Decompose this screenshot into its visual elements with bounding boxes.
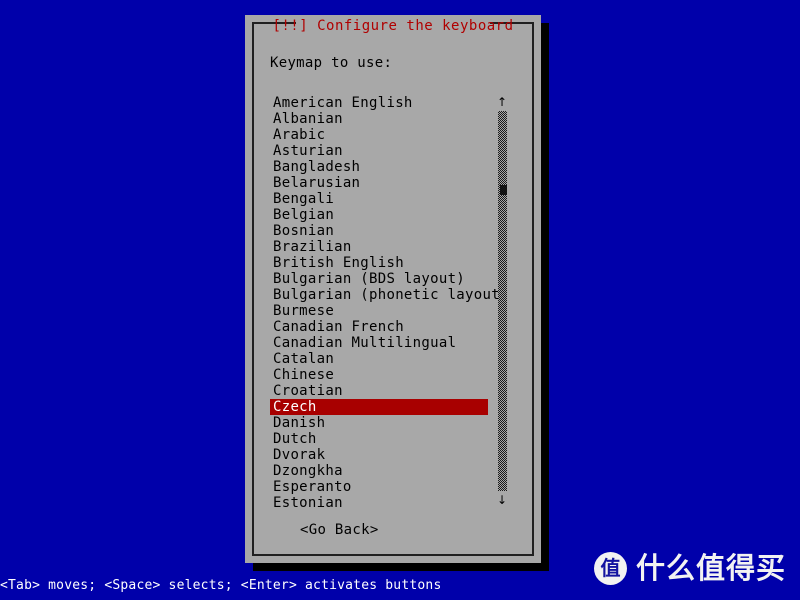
keymap-list-item[interactable]: Arabic [270, 127, 490, 143]
keymap-list-item[interactable]: Croatian [270, 383, 490, 399]
watermark-label: 什么值得买 [635, 550, 786, 585]
keymap-list-item[interactable]: Dvorak [270, 447, 490, 463]
dialog-border-top-right [490, 22, 534, 24]
keymap-list-area: American English Albanian Arabic Asturian Ba… [256, 95, 530, 511]
keymap-list-item[interactable]: Bosnian [270, 223, 490, 239]
watermark-badge-icon: 值 [593, 551, 627, 585]
watermark: 值 什么值得买 [593, 548, 786, 588]
keymap-list-item[interactable]: Chinese [270, 367, 490, 383]
scrollbar-thumb[interactable] [500, 185, 507, 195]
keymap-prompt-label: Keymap to use: [270, 55, 393, 71]
scrollbar-track[interactable] [498, 111, 507, 491]
keymap-list-item[interactable]: Estonian [270, 495, 490, 511]
keymap-list-item[interactable]: Dzongkha [270, 463, 490, 479]
keymap-list-item[interactable]: Belgian [270, 207, 490, 223]
dialog-button-row: <Go Back> [256, 519, 530, 539]
dialog-border-left [252, 22, 254, 556]
keymap-list-item[interactable]: Albanian [270, 111, 490, 127]
dialog-border-bottom [252, 554, 534, 556]
keymap-list-item[interactable]: Dutch [270, 431, 490, 447]
keymap-list-item[interactable]: Esperanto [270, 479, 490, 495]
keymap-list-item[interactable]: Bengali [270, 191, 490, 207]
keymap-list-item[interactable]: Burmese [270, 303, 490, 319]
keymap-list-item[interactable]: Canadian French [270, 319, 490, 335]
keymap-list-item[interactable]: Danish [270, 415, 490, 431]
dialog-border-top-left [252, 22, 296, 24]
dialog-content: Keymap to use: American English Albanian A… [256, 29, 530, 553]
keymap-list-item[interactable]: British English [270, 255, 490, 271]
keymap-list-item[interactable]: Czech [270, 399, 488, 415]
configure-keyboard-dialog: [!!] Configure the keyboard Keymap to us… [245, 15, 541, 563]
keymap-list-item[interactable]: Belarusian [270, 175, 490, 191]
keymap-list-item[interactable]: Bulgarian (phonetic layout) [270, 287, 508, 303]
scroll-down-arrow-icon[interactable]: ↓ [496, 493, 508, 507]
keymap-list[interactable]: American English Albanian Arabic Asturian Ba… [270, 95, 508, 511]
keymap-list-item[interactable]: Asturian [270, 143, 490, 159]
keymap-list-item[interactable]: Bangladesh [270, 159, 490, 175]
scroll-up-arrow-icon[interactable]: ↑ [496, 95, 508, 109]
keymap-list-item[interactable]: Brazilian [270, 239, 490, 255]
dialog-border-right [532, 22, 534, 556]
keymap-list-item[interactable]: Bulgarian (BDS layout) [270, 271, 490, 287]
keymap-scrollbar[interactable]: ↑ ↓ [496, 95, 508, 507]
installer-screen: [!!] Configure the keyboard Keymap to us… [0, 0, 800, 600]
keymap-list-item[interactable]: Catalan [270, 351, 490, 367]
go-back-button[interactable]: <Go Back> [300, 521, 379, 539]
keymap-list-item[interactable]: Canadian Multilingual [270, 335, 490, 351]
keymap-list-item[interactable]: American English [270, 95, 490, 111]
